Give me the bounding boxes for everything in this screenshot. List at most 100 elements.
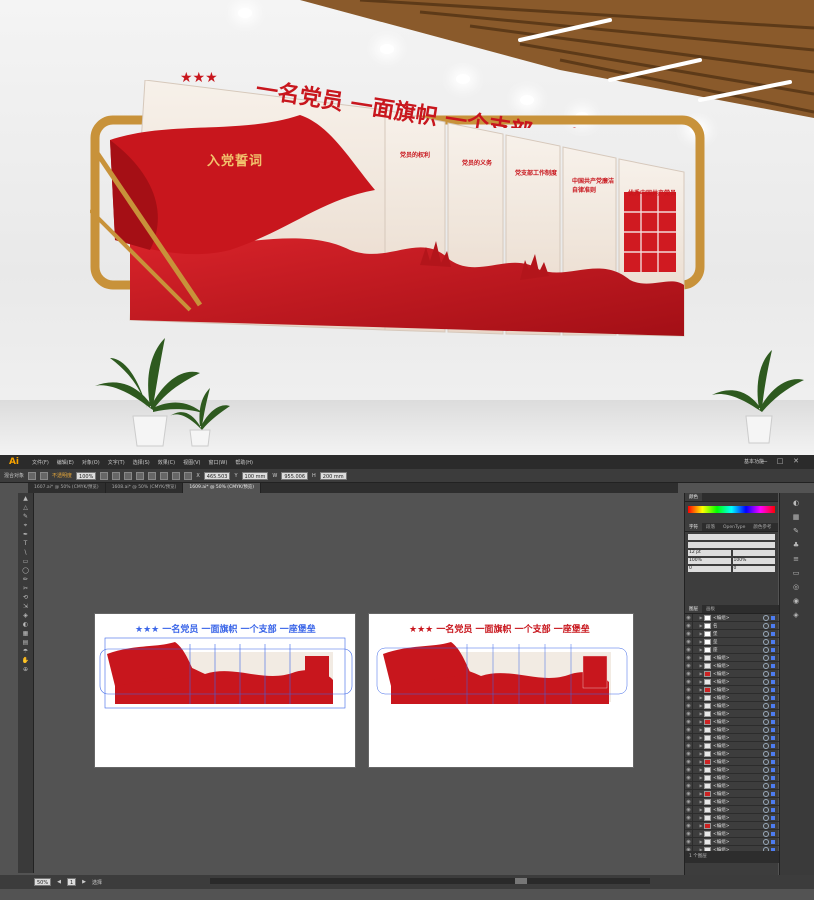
target-circle-icon[interactable] <box>763 742 769 749</box>
layer-row[interactable]: ◉ ▶ 名 <box>685 621 779 630</box>
tool-icon[interactable]: ✒ <box>21 531 31 538</box>
minimize-icon[interactable]: — <box>760 457 768 465</box>
selection-indicator[interactable] <box>771 815 775 820</box>
tool-icon[interactable]: ✋ <box>21 657 31 664</box>
tool-icon[interactable]: ✎ <box>21 513 31 520</box>
visibility-eye-icon[interactable]: ◉ <box>685 727 692 733</box>
align-icon[interactable] <box>112 471 121 480</box>
visibility-eye-icon[interactable]: ◉ <box>685 623 692 629</box>
color-spectrum[interactable] <box>688 506 775 513</box>
target-circle-icon[interactable] <box>763 694 769 701</box>
artboard-number[interactable]: 1 <box>66 878 77 886</box>
visibility-eye-icon[interactable]: ◉ <box>685 839 692 845</box>
selection-indicator[interactable] <box>771 831 775 836</box>
opacity-field[interactable]: 100% <box>76 471 97 480</box>
y-field[interactable]: 100 mm <box>241 471 269 480</box>
selection-indicator[interactable] <box>771 759 775 764</box>
layer-row[interactable]: ◉ ▶ 堡 <box>685 629 779 638</box>
prev-artboard-icon[interactable]: ◀ <box>57 879 61 885</box>
target-circle-icon[interactable] <box>763 726 769 733</box>
tool-icon[interactable]: ▤ <box>21 639 31 646</box>
align-icon[interactable] <box>172 471 181 480</box>
fill-swatch-icon[interactable] <box>28 471 37 480</box>
selection-indicator[interactable] <box>771 695 775 700</box>
layer-row[interactable]: ◉▶<编组> <box>685 837 779 846</box>
target-circle-icon[interactable] <box>763 830 769 837</box>
target-circle-icon[interactable] <box>763 750 769 757</box>
layer-row[interactable]: ◉▶<编组> <box>685 773 779 782</box>
next-artboard-icon[interactable]: ▶ <box>82 879 86 885</box>
layers-icon[interactable]: ◈ <box>792 611 800 619</box>
layer-row[interactable]: ◉▶<编组> <box>685 717 779 726</box>
selection-indicator[interactable] <box>771 687 775 692</box>
selection-indicator[interactable] <box>771 623 775 628</box>
selection-indicator[interactable] <box>771 711 775 716</box>
font-family-field[interactable] <box>688 534 775 540</box>
visibility-eye-icon[interactable]: ◉ <box>685 711 692 717</box>
tool-icon[interactable]: ▦ <box>21 630 31 637</box>
tracking-field[interactable]: 0 <box>732 566 775 572</box>
menu-window[interactable]: 窗口(W) <box>204 459 231 466</box>
layer-row[interactable]: ◉▶<编组> <box>685 669 779 678</box>
target-circle-icon[interactable] <box>763 798 769 805</box>
visibility-eye-icon[interactable]: ◉ <box>685 735 692 741</box>
layer-row[interactable]: ◉▶<编组> <box>685 685 779 694</box>
target-circle-icon[interactable] <box>763 782 769 789</box>
visibility-eye-icon[interactable]: ◉ <box>685 831 692 837</box>
artboard-canvas[interactable]: ★★★ 一名党员 一面旗帜 一个支部 一座堡垒 ★★★ 一名党员 一面旗帜 一个… <box>34 493 676 873</box>
visibility-eye-icon[interactable]: ◉ <box>685 751 692 757</box>
layer-row[interactable]: ◉▶<编组> <box>685 709 779 718</box>
vscale-field[interactable]: 100% <box>688 558 731 564</box>
align-icon[interactable] <box>136 471 145 480</box>
selection-indicator[interactable] <box>771 671 775 676</box>
tool-icon[interactable]: ▭ <box>21 558 31 565</box>
visibility-eye-icon[interactable]: ◉ <box>685 823 692 829</box>
target-circle-icon[interactable] <box>763 638 769 645</box>
leading-field[interactable] <box>732 550 775 556</box>
layer-row[interactable]: ◉ ▶ 垒 <box>685 637 779 646</box>
visibility-eye-icon[interactable]: ◉ <box>685 655 692 661</box>
layer-row[interactable]: ◉▶<编组> <box>685 725 779 734</box>
scroll-thumb[interactable] <box>515 878 527 884</box>
visibility-eye-icon[interactable]: ◉ <box>685 775 692 781</box>
menu-edit[interactable]: 编辑(E) <box>53 459 78 466</box>
visibility-eye-icon[interactable]: ◉ <box>685 647 692 653</box>
stroke-icon[interactable]: ≡ <box>792 555 800 563</box>
selection-indicator[interactable] <box>771 719 775 724</box>
align-icon[interactable] <box>148 471 157 480</box>
layer-row[interactable]: ◉▶<编组> <box>685 781 779 790</box>
target-circle-icon[interactable] <box>763 646 769 653</box>
selection-indicator[interactable] <box>771 775 775 780</box>
layer-row[interactable]: ◉▶<编组> <box>685 653 779 662</box>
menu-object[interactable]: 对象(O) <box>78 459 104 466</box>
selection-indicator[interactable] <box>771 631 775 636</box>
w-field[interactable]: 955.006 <box>281 471 309 480</box>
transform-icon[interactable] <box>184 471 193 480</box>
tool-icon[interactable]: ⇲ <box>21 603 31 610</box>
selection-indicator[interactable] <box>771 655 775 660</box>
selection-indicator[interactable] <box>771 791 775 796</box>
layer-row[interactable]: ◉▶<编组> <box>685 797 779 806</box>
layer-row[interactable]: ◉▶<编组> <box>685 821 779 830</box>
appearance-icon[interactable]: ◉ <box>792 597 800 605</box>
tool-icon[interactable]: ☂ <box>21 648 31 655</box>
visibility-eye-icon[interactable]: ◉ <box>685 743 692 749</box>
selection-indicator[interactable] <box>771 839 775 844</box>
tool-icon[interactable]: ◐ <box>21 621 31 628</box>
layer-row[interactable]: ◉▶<编组> <box>685 701 779 710</box>
tab-1607[interactable]: 1607.ai* @ 50% (CMYK/预览) <box>28 483 106 493</box>
selection-indicator[interactable] <box>771 639 775 644</box>
layer-row[interactable]: ◉▶<编组> <box>685 749 779 758</box>
target-circle-icon[interactable] <box>763 838 769 845</box>
align-icon[interactable] <box>124 471 133 480</box>
layer-row[interactable]: ◉▶<编组> <box>685 757 779 766</box>
recolor-icon[interactable] <box>100 471 109 480</box>
selection-indicator[interactable] <box>771 783 775 788</box>
visibility-eye-icon[interactable]: ◉ <box>685 759 692 765</box>
kerning-field[interactable]: 0 <box>688 566 731 572</box>
visibility-eye-icon[interactable]: ◉ <box>685 815 692 821</box>
tab-color[interactable]: 颜色 <box>685 493 702 501</box>
selection-indicator[interactable] <box>771 615 775 620</box>
menu-select[interactable]: 选择(S) <box>129 459 154 466</box>
tool-icon[interactable]: ▲ <box>21 495 31 502</box>
